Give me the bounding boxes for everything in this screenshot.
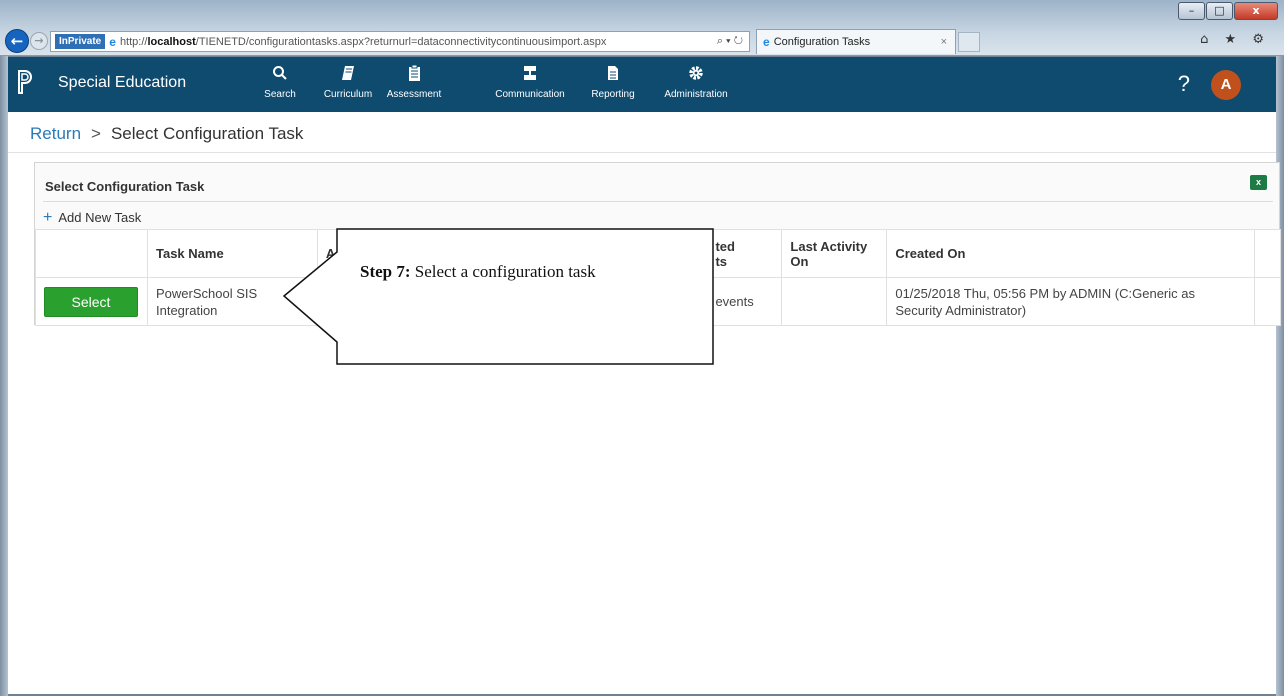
col-task-name[interactable]: Task Name bbox=[146, 229, 318, 278]
nav-curriculum-label: Curriculum bbox=[323, 89, 373, 100]
add-new-task-label: Add New Task bbox=[58, 210, 142, 225]
col-related-line1: ted bbox=[715, 238, 735, 254]
tab-title: Configuration Tasks bbox=[773, 36, 871, 48]
tab-ie-icon: e bbox=[763, 35, 770, 49]
table-header-row: Task Name Assi ted ts Last Activity On Cre… bbox=[35, 229, 1282, 278]
back-button[interactable]: ← bbox=[5, 29, 29, 53]
book-icon bbox=[320, 65, 376, 87]
col-spacer bbox=[1253, 229, 1282, 278]
app-name[interactable]: Special Education bbox=[58, 74, 186, 92]
page-content: Return > Select Configuration Task Select … bbox=[8, 112, 1282, 694]
divider bbox=[8, 152, 1276, 153]
window-controls: – □ x bbox=[1177, 2, 1278, 20]
created-on-cell: 01/25/2018 Thu, 05:56 PM by ADMIN (C:Gen… bbox=[886, 277, 1255, 326]
step-callout-text: Step 7: Select a configuration task bbox=[360, 262, 596, 282]
select-cell: Select bbox=[35, 277, 148, 326]
tasks-table: Task Name Assi ted ts Last Activity On Cre… bbox=[35, 229, 1282, 326]
select-task-button[interactable]: Select bbox=[44, 286, 138, 317]
url-host: localhost bbox=[147, 35, 196, 48]
clipboard-icon bbox=[384, 64, 444, 87]
nav-administration-label: Administration bbox=[664, 89, 728, 100]
col-last-activity-line2: On bbox=[790, 253, 809, 269]
step-label: Step 7: bbox=[360, 262, 411, 281]
plus-icon: + bbox=[43, 209, 53, 226]
col-select bbox=[35, 229, 148, 278]
url-path: /TIENETD/configurationtasks.aspx?returnu… bbox=[195, 35, 607, 48]
breadcrumb: Return > Select Configuration Task bbox=[30, 124, 303, 144]
gear-icon bbox=[658, 65, 734, 87]
col-last-activity[interactable]: Last Activity On bbox=[781, 229, 888, 278]
app-header: Special Education Search Curriculum Asse… bbox=[8, 57, 1276, 112]
nav-assessment[interactable]: Assessment bbox=[384, 64, 444, 100]
browser-chrome: – □ x ← → InPrivate e http://localhost/T… bbox=[0, 0, 1284, 56]
excel-export-icon[interactable]: x bbox=[1250, 175, 1267, 190]
inprivate-badge: InPrivate bbox=[55, 34, 106, 49]
url-prefix: http:// bbox=[119, 35, 148, 48]
panel-title: Select Configuration Task bbox=[45, 179, 205, 194]
task-name-line2: Integration bbox=[155, 302, 218, 318]
browser-tab[interactable]: e Configuration Tasks × bbox=[756, 29, 956, 54]
nav-assessment-label: Assessment bbox=[386, 89, 442, 100]
nav-search-label: Search bbox=[264, 89, 296, 100]
network-icon bbox=[490, 65, 570, 87]
nav-communication[interactable]: Communication bbox=[490, 65, 570, 100]
document-icon bbox=[588, 65, 638, 87]
ie-page-icon: e bbox=[109, 34, 116, 49]
col-created-on[interactable]: Created On bbox=[886, 229, 1255, 278]
nav-communication-label: Communication bbox=[495, 89, 565, 100]
maximize-button[interactable]: □ bbox=[1206, 2, 1233, 20]
minimize-button[interactable]: – bbox=[1178, 2, 1205, 20]
col-last-activity-line1: Last Activity bbox=[790, 238, 868, 254]
col-related[interactable]: ted ts bbox=[706, 229, 783, 278]
help-icon[interactable]: ? bbox=[1178, 71, 1190, 97]
spacer-cell bbox=[1253, 277, 1282, 326]
nav-curriculum[interactable]: Curriculum bbox=[320, 65, 376, 100]
user-avatar[interactable]: A bbox=[1211, 70, 1241, 100]
new-tab-button[interactable] bbox=[958, 32, 980, 52]
add-new-task-link[interactable]: + Add New Task bbox=[43, 209, 141, 227]
window-edge-right bbox=[1276, 56, 1284, 696]
tab-close-icon[interactable]: × bbox=[941, 36, 947, 48]
task-name-line1: PowerSchool SIS bbox=[155, 285, 258, 301]
nav-search[interactable]: Search bbox=[262, 65, 298, 100]
forward-button[interactable]: → bbox=[30, 32, 48, 50]
created-on-line2: Security Administrator) bbox=[895, 302, 1027, 318]
search-icon bbox=[262, 65, 298, 87]
panel-divider bbox=[43, 201, 1273, 202]
breadcrumb-current: Select Configuration Task bbox=[110, 124, 304, 143]
address-bar[interactable]: InPrivate e http://localhost/TIENETD/con… bbox=[50, 31, 750, 52]
created-on-line1: 01/25/2018 Thu, 05:56 PM by ADMIN (C:Gen… bbox=[895, 285, 1195, 301]
task-name-cell: PowerSchool SIS Integration bbox=[146, 277, 318, 326]
nav-reporting-label: Reporting bbox=[591, 89, 635, 100]
window-edge-left bbox=[0, 56, 8, 696]
nav-administration[interactable]: Administration bbox=[658, 65, 734, 100]
last-activity-cell bbox=[781, 277, 888, 326]
search-refresh-controls[interactable]: ⌕ ▾ ↻ bbox=[717, 35, 743, 48]
related-events-cell: events bbox=[706, 277, 783, 326]
powerschool-logo-icon bbox=[18, 70, 32, 94]
breadcrumb-return-link[interactable]: Return bbox=[30, 124, 81, 143]
config-task-panel: Select Configuration Task x + Add New Tas… bbox=[34, 162, 1282, 326]
breadcrumb-separator: > bbox=[91, 124, 101, 143]
nav-reporting[interactable]: Reporting bbox=[588, 65, 638, 100]
close-window-button[interactable]: x bbox=[1234, 2, 1278, 20]
browser-window: – □ x ← → InPrivate e http://localhost/T… bbox=[0, 0, 1284, 696]
col-related-line2: ts bbox=[715, 253, 727, 269]
step-instruction: Select a configuration task bbox=[414, 262, 596, 281]
browser-tools-icons[interactable]: ⌂ ★ ⚙ bbox=[1200, 32, 1270, 47]
assigned-cell: n bbox=[316, 277, 708, 326]
table-row: Select PowerSchool SIS Integration n even… bbox=[35, 277, 1282, 326]
